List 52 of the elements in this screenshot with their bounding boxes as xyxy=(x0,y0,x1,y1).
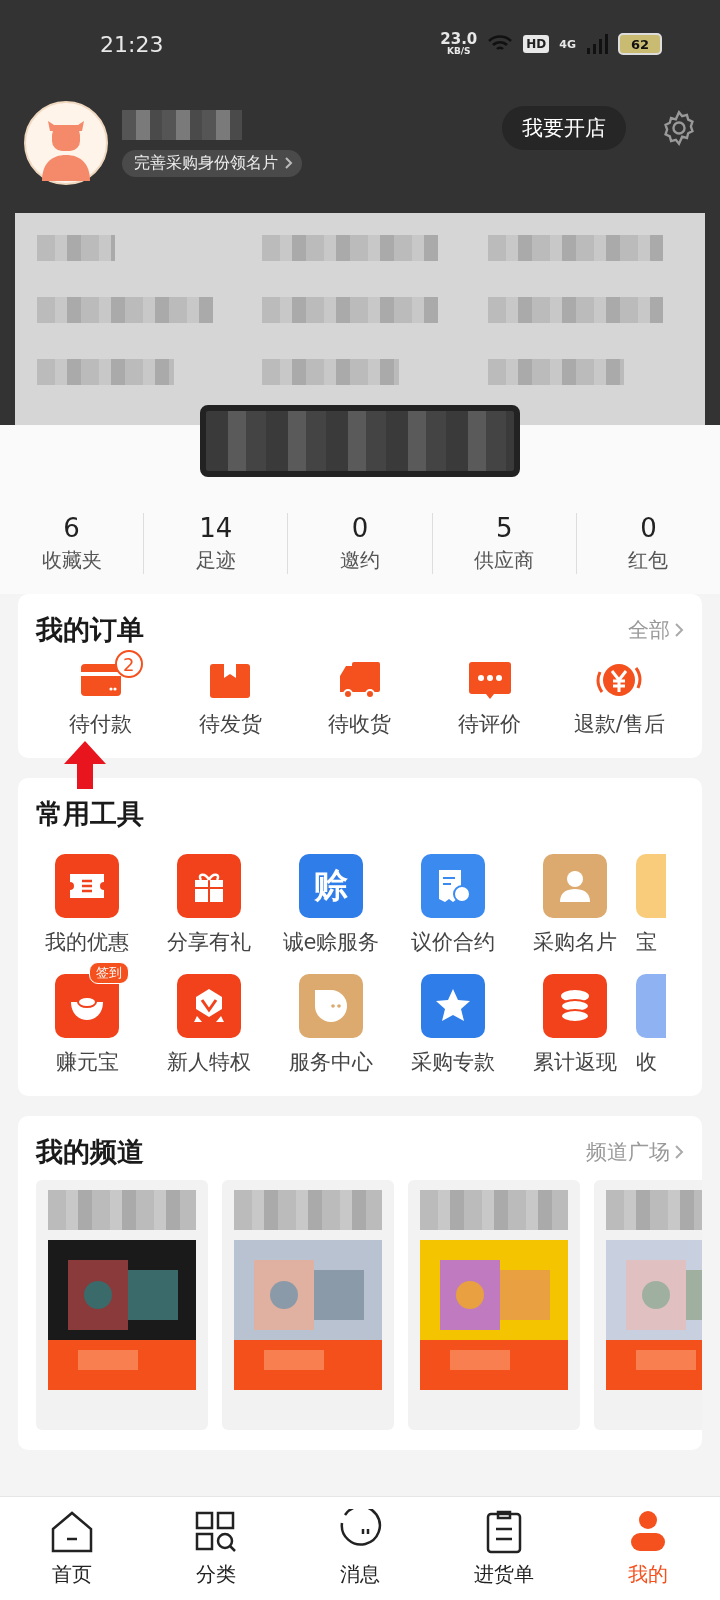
battery-indicator: 62 xyxy=(618,33,662,55)
section-title: 常用工具 xyxy=(36,797,144,831)
stat-label[interactable]: 收藏夹 xyxy=(41,547,102,574)
open-store-button[interactable]: 我要开店 xyxy=(502,106,626,150)
tab-bar-item[interactable]: 我的 xyxy=(576,1497,720,1600)
chevron-right-icon xyxy=(674,1144,684,1160)
status-time: 21:23 xyxy=(100,31,164,57)
tool-button[interactable]: 赊 诚e赊服务 xyxy=(270,842,392,956)
tool-button[interactable]: 收 xyxy=(636,962,666,1076)
network-type: 4G xyxy=(559,37,576,51)
tool-button[interactable]: 签到 赚元宝 xyxy=(26,962,148,1076)
stat-value: 0 xyxy=(351,513,369,543)
tool-button[interactable]: 我的优惠 xyxy=(26,842,148,956)
channel-card[interactable] xyxy=(36,1180,208,1430)
tool-button[interactable]: 分享有礼 xyxy=(148,842,270,956)
tab-bar-item[interactable]: 分类 xyxy=(144,1497,288,1600)
tool-button[interactable]: 新人特权 xyxy=(148,962,270,1076)
tool-button[interactable]: 累计返现 xyxy=(514,962,636,1076)
stat-value: 5 xyxy=(495,513,513,543)
tool-button[interactable]: 宝 xyxy=(636,842,666,956)
sign-in-tag: 签到 xyxy=(89,962,129,984)
order-status-button[interactable]: 待发货 xyxy=(198,658,262,738)
stat-value: 6 xyxy=(63,513,80,543)
tool-button[interactable]: 采购专款 xyxy=(392,962,514,1076)
order-status-button[interactable]: 退款/售后 xyxy=(573,658,665,738)
stat-value: 14 xyxy=(199,513,233,543)
order-status-button[interactable]: 待收货 xyxy=(328,658,392,738)
order-status-button[interactable]: 待评价 xyxy=(458,658,522,738)
stat-label[interactable]: 邀约 xyxy=(340,547,380,574)
annotation-arrow xyxy=(62,740,108,790)
stat-label[interactable]: 供应商 xyxy=(474,547,535,574)
signal-icon xyxy=(586,34,608,54)
tab-bar-item[interactable]: 消息 xyxy=(288,1497,432,1600)
stat-value: 0 xyxy=(640,513,657,543)
tab-bar-item[interactable]: 首页 xyxy=(0,1497,144,1600)
stat-label[interactable]: 足迹 xyxy=(195,547,236,574)
speed-unit: KB/S xyxy=(447,47,471,56)
home-icon xyxy=(49,1509,95,1555)
tab-bar-item[interactable]: 进货单 xyxy=(432,1497,576,1600)
count-badge: 2 xyxy=(114,650,143,678)
hd-indicator: HD xyxy=(523,35,550,53)
network-speed: 23.0 xyxy=(440,32,478,47)
section-title: 我的订单 xyxy=(36,613,144,647)
section-title: 我的频道 xyxy=(36,1135,144,1169)
tool-button[interactable]: 议价合约 xyxy=(392,842,514,956)
chevron-right-icon xyxy=(674,622,684,638)
tool-button[interactable]: 服务中心 xyxy=(270,962,392,1076)
stat-label[interactable]: 红包 xyxy=(628,547,669,574)
glyph-icon: 赊 xyxy=(299,854,363,918)
profile-link[interactable]: 完善采购身份领名片 xyxy=(122,149,302,177)
chevron-right-icon xyxy=(284,156,294,170)
tool-button[interactable]: 采购名片 xyxy=(514,842,636,956)
